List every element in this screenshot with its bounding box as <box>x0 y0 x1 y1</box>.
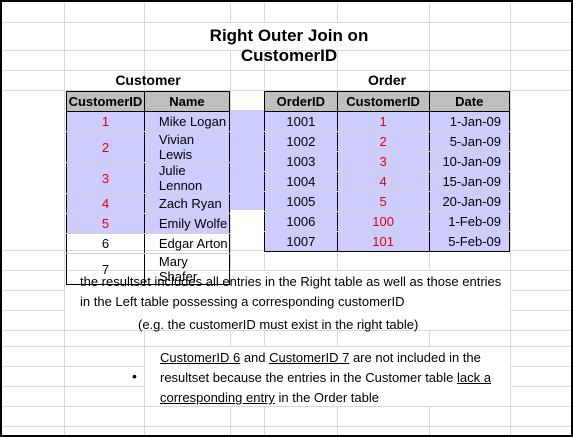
order-id: 1006 <box>264 211 338 232</box>
order-customer-id: 4 <box>336 171 430 192</box>
customer-table-title: Customer <box>115 72 181 88</box>
customer-id: 2 <box>66 131 145 163</box>
customer-header-row: CustomerID Name <box>66 91 231 112</box>
table-row: 3 Julie Lennon <box>66 162 231 194</box>
header-date: Date <box>428 91 511 112</box>
bullet-text: CustomerID 6 and CustomerID 7 are not in… <box>160 348 520 408</box>
order-date: 15-Jan-09 <box>428 171 511 192</box>
customer-id: 6 <box>66 233 145 254</box>
header-orderid: OrderID <box>264 91 338 112</box>
page-title: Right Outer Join on CustomerID <box>209 26 369 65</box>
order-date: 1-Jan-09 <box>428 111 511 132</box>
customer-name: Edgar Arton <box>143 233 231 254</box>
order-table: OrderID CustomerID Date 1001 1 1-Jan-09 10… <box>264 91 511 252</box>
order-customer-id: 5 <box>336 191 430 212</box>
customer-id: 1 <box>66 111 145 132</box>
table-row: 4 Zach Ryan <box>66 193 231 214</box>
order-date: 5-Feb-09 <box>428 231 511 252</box>
header-name: Name <box>143 91 231 112</box>
customer-name: Emily Wolfe <box>143 213 231 234</box>
order-date: 10-Jan-09 <box>428 151 511 172</box>
header-customerid: CustomerID <box>66 91 145 112</box>
order-customer-id: 3 <box>336 151 430 172</box>
table-row: 1001 1 1-Jan-09 <box>264 111 511 132</box>
order-id: 1007 <box>264 231 338 252</box>
bullet-and: and <box>240 350 270 365</box>
customer-id: 5 <box>66 213 145 234</box>
customer-table: CustomerID Name 1 Mike Logan 2 Vivian Lewi… <box>66 91 231 285</box>
bullet-end: in the Order table <box>274 390 379 405</box>
customer-name: Julie Lennon <box>143 162 231 194</box>
customer-id: 3 <box>66 162 145 194</box>
header-customerid: CustomerID <box>336 91 430 112</box>
order-id: 1001 <box>264 111 338 132</box>
customerid-7-ref: CustomerID 7 <box>269 350 350 365</box>
order-date: 20-Jan-09 <box>428 191 511 212</box>
table-row: 1006 100 1-Feb-09 <box>264 211 511 232</box>
join-highlight-band <box>230 110 264 210</box>
order-customer-id: 100 <box>336 211 430 232</box>
order-id: 1005 <box>264 191 338 212</box>
order-header-row: OrderID CustomerID Date <box>264 91 511 112</box>
order-id: 1004 <box>264 171 338 192</box>
order-date: 5-Jan-09 <box>428 131 511 152</box>
order-table-title: Order <box>367 72 407 88</box>
order-customer-id: 2 <box>336 131 430 152</box>
table-row: 6 Edgar Arton <box>66 233 231 254</box>
table-row: 1005 5 20-Jan-09 <box>264 191 511 212</box>
order-id: 1003 <box>264 151 338 172</box>
order-customer-id: 1 <box>336 111 430 132</box>
spreadsheet-canvas: Right Outer Join on CustomerID Customer … <box>0 0 573 437</box>
customer-id: 4 <box>66 193 145 214</box>
customer-name: Vivian Lewis <box>143 131 231 163</box>
customer-name: Mike Logan <box>143 111 231 132</box>
table-row: 5 Emily Wolfe <box>66 213 231 234</box>
customerid-6-ref: CustomerID 6 <box>160 350 241 365</box>
order-date: 1-Feb-09 <box>428 211 511 232</box>
table-row: 1004 4 15-Jan-09 <box>264 171 511 192</box>
table-row: 1007 101 5-Feb-09 <box>264 231 511 252</box>
table-row: 1002 2 5-Jan-09 <box>264 131 511 152</box>
table-row: 2 Vivian Lewis <box>66 131 231 163</box>
order-customer-id: 101 <box>336 231 430 252</box>
explanation-text: the resultset includes all entries in th… <box>80 274 502 309</box>
example-note: (e.g. the customerID must exist in the r… <box>138 317 419 332</box>
bullet-icon: • <box>132 368 137 384</box>
customer-name: Zach Ryan <box>143 193 231 214</box>
table-row: 1003 3 10-Jan-09 <box>264 151 511 172</box>
order-id: 1002 <box>264 131 338 152</box>
table-row: 1 Mike Logan <box>66 111 231 132</box>
